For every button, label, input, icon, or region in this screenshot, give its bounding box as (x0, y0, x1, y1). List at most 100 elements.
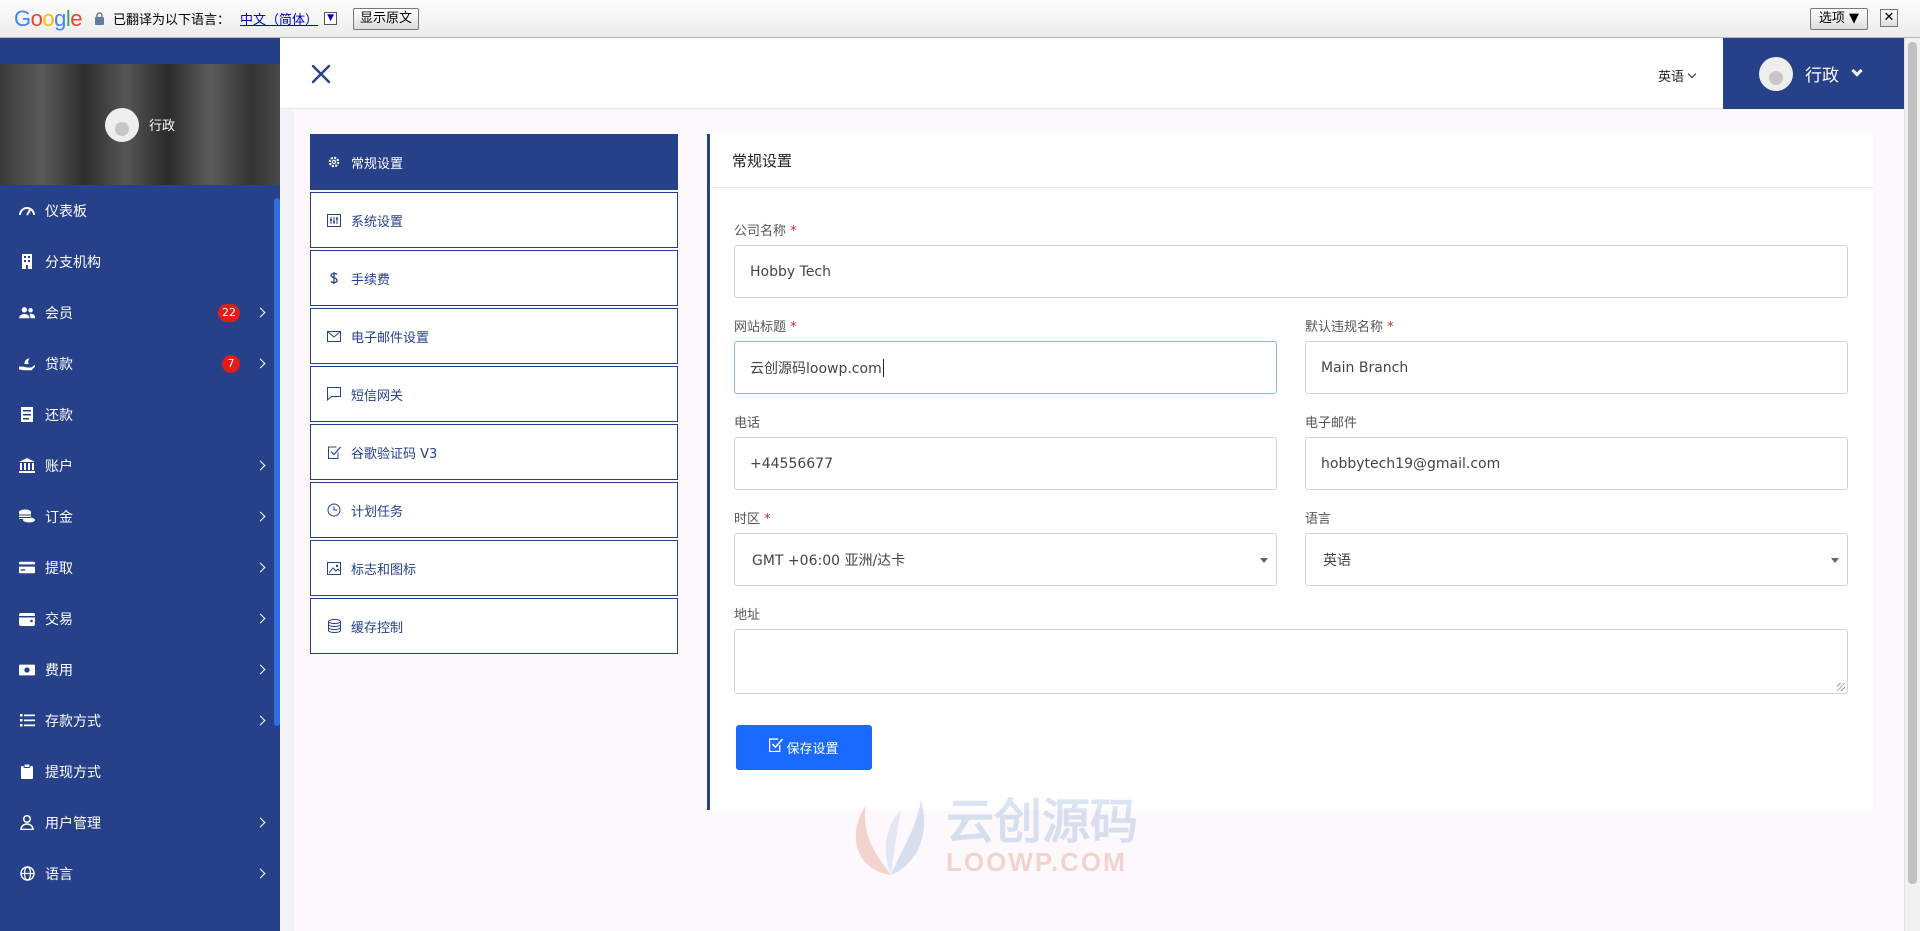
sidebar-item-deposit-methods[interactable]: 存款方式 (0, 695, 280, 746)
close-icon[interactable] (311, 64, 331, 84)
sidebar-item-label: 贷款 (45, 356, 73, 373)
settings-tab-cache-control[interactable]: 缓存控制 (310, 598, 678, 654)
hand-holding-icon (19, 356, 35, 372)
show-original-button[interactable]: 显示原文 (353, 7, 420, 30)
settings-tab-cron-jobs[interactable]: 计划任务 (310, 482, 678, 538)
translated-language-link[interactable]: 中文（简体） (240, 9, 318, 28)
settings-tab-sms-gateway[interactable]: 短信网关 (310, 366, 678, 422)
settings-tab-label: 系统设置 (351, 214, 404, 230)
settings-tab-label: 常规设置 (351, 156, 404, 172)
building-icon (19, 254, 35, 270)
bank-icon (19, 458, 35, 474)
wallet-icon (19, 611, 35, 627)
chevron-right-icon (255, 817, 266, 828)
sidebar-item-label: 仪表板 (45, 203, 87, 220)
default-branch-input[interactable]: Main Branch (1305, 341, 1848, 394)
language-dropdown-icon[interactable]: ▼ (324, 12, 338, 25)
watermark: 云创源码 LOOWP.COM (846, 795, 1138, 877)
resize-handle-icon[interactable] (1837, 683, 1845, 691)
close-translate-bar-button[interactable]: ✕ (1880, 9, 1898, 27)
sidebar-profile-name: 行政 (148, 119, 175, 134)
globe-icon (19, 866, 35, 882)
watermark-en: LOOWP.COM (946, 847, 1127, 877)
phone-input[interactable]: +44556677 (734, 437, 1277, 490)
select-caret-icon (1260, 558, 1268, 563)
image-icon (327, 561, 341, 575)
receipt-icon (19, 407, 35, 423)
timezone-select[interactable]: GMT +06:00 亚洲/达卡 (734, 533, 1277, 586)
sidebar-item-dashboard[interactable]: 仪表板 (0, 185, 280, 236)
chevron-right-icon (255, 307, 266, 318)
sidebar: 行政 仪表板 分支机构 会员 22 贷款 7 还款 账户 订金 提取 交易 费用… (0, 38, 280, 931)
page-scrollbar[interactable] (1904, 38, 1920, 931)
card-title: 常规设置 (710, 134, 1873, 188)
settings-tab-logo-icon[interactable]: 标志和图标 (310, 540, 678, 596)
database-icon (327, 619, 341, 633)
sidebar-item-deposits[interactable]: 订金 (0, 491, 280, 542)
sidebar-item-label: 费用 (45, 662, 73, 679)
company-name-input[interactable]: Hobby Tech (734, 245, 1848, 298)
email-label: 电子邮件 (1305, 416, 1358, 431)
settings-tab-email[interactable]: 电子邮件设置 (310, 308, 678, 364)
settings-tab-system[interactable]: 系统设置 (310, 192, 678, 248)
google-translate-bar: Google 已翻译为以下语言： 中文（简体） ▼ 显示原文 选项 ▼ ✕ (0, 0, 1920, 38)
sidebar-item-withdraw-methods[interactable]: 提现方式 (0, 746, 280, 797)
money-bill-icon (19, 662, 35, 678)
sidebar-item-repayments[interactable]: 还款 (0, 389, 280, 440)
chevron-down-icon (1851, 65, 1863, 77)
chevron-right-icon (255, 562, 266, 573)
settings-tab-recaptcha[interactable]: 谷歌验证码 V3 (310, 424, 678, 480)
settings-tab-label: 电子邮件设置 (351, 330, 430, 346)
settings-tab-label: 标志和图标 (351, 562, 417, 578)
sidebar-item-label: 还款 (45, 407, 73, 424)
phone-label: 电话 (734, 416, 761, 431)
address-textarea[interactable] (734, 629, 1848, 694)
language-select[interactable]: 英语 (1305, 533, 1848, 586)
user-name: 行政 (1805, 66, 1839, 86)
avatar (104, 107, 139, 142)
envelope-icon (327, 329, 341, 343)
sidebar-item-user-management[interactable]: 用户管理 (0, 797, 280, 848)
sidebar-menu: 仪表板 分支机构 会员 22 贷款 7 还款 账户 订金 提取 交易 费用 存款… (0, 185, 280, 899)
site-title-input[interactable]: 云创源码loowp.com (734, 341, 1277, 394)
sidebar-item-loans[interactable]: 贷款 7 (0, 338, 280, 389)
clipboard-icon (19, 764, 35, 780)
language-selector[interactable]: 英语 (1658, 66, 1697, 85)
chevron-right-icon (255, 358, 266, 369)
select-caret-icon (1831, 558, 1839, 563)
page-scrollbar-thumb[interactable] (1908, 42, 1917, 884)
watermark-logo-icon (855, 800, 925, 875)
avatar (1759, 56, 1793, 91)
sidebar-item-languages[interactable]: 语言 (0, 848, 280, 899)
sidebar-item-withdrawals[interactable]: 提取 (0, 542, 280, 593)
lock-icon (95, 12, 105, 25)
sidebar-item-accounts[interactable]: 账户 (0, 440, 280, 491)
settings-tab-fees[interactable]: 手续费 (310, 250, 678, 306)
list-icon (19, 713, 35, 729)
timezone-label: 时区 * (734, 512, 771, 527)
save-settings-button[interactable]: 保存设置 (736, 725, 872, 770)
email-input[interactable]: hobbytech19@gmail.com (1305, 437, 1848, 490)
user-icon (19, 815, 35, 831)
options-button[interactable]: 选项 ▼ (1809, 8, 1868, 30)
sidebar-item-expenses[interactable]: 费用 (0, 644, 280, 695)
default-branch-label: 默认违规名称 * (1305, 320, 1394, 335)
sidebar-item-branches[interactable]: 分支机构 (0, 236, 280, 287)
site-title-label: 网站标题 * (734, 320, 797, 335)
sidebar-profile[interactable]: 行政 (0, 64, 280, 185)
settings-tab-label: 计划任务 (351, 504, 404, 520)
chevron-right-icon (255, 460, 266, 471)
sidebar-item-label: 语言 (45, 866, 73, 883)
coins-icon (19, 509, 35, 525)
sidebar-item-transactions[interactable]: 交易 (0, 593, 280, 644)
settings-tab-label: 缓存控制 (351, 620, 404, 636)
sidebar-item-label: 提现方式 (45, 764, 101, 781)
dashboard-icon (19, 203, 35, 219)
translated-to-label: 已翻译为以下语言： (113, 13, 231, 28)
user-menu[interactable]: 行政 (1723, 38, 1904, 109)
settings-tab-general[interactable]: 常规设置 (310, 134, 678, 190)
language-selector-label: 英语 (1658, 70, 1685, 85)
watermark-cn: 云创源码 (946, 794, 1139, 850)
sidebar-scrollbar[interactable] (274, 198, 280, 726)
sidebar-item-members[interactable]: 会员 22 (0, 287, 280, 338)
